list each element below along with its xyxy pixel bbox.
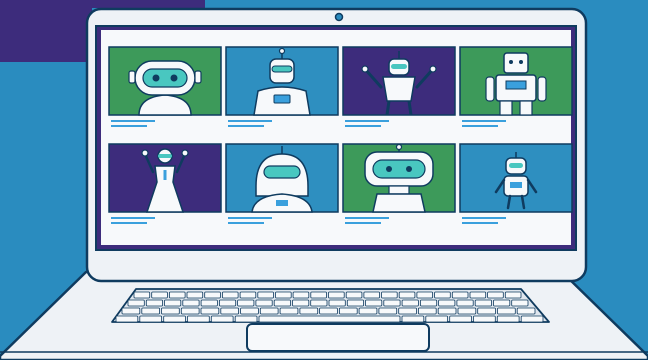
keyboard-key — [504, 291, 522, 299]
keyboard-key — [319, 307, 338, 315]
keyboard-key — [345, 291, 363, 299]
keyboard-key — [496, 315, 520, 323]
keyboard-key — [258, 315, 401, 323]
keyboard-key — [358, 307, 378, 315]
keyboard-key — [180, 307, 200, 315]
keyboard-key — [310, 291, 327, 299]
keyboard-key — [437, 307, 457, 315]
keyboard-key — [133, 291, 151, 299]
video-tile[interactable] — [225, 46, 339, 127]
keyboard-key — [218, 299, 237, 307]
keyboard-key — [419, 299, 438, 307]
keyboard-key — [381, 291, 398, 299]
keyboard-key — [520, 315, 544, 323]
corner-panel-top — [0, 0, 205, 8]
video-tile[interactable] — [342, 143, 456, 224]
keyboard-key — [451, 291, 469, 299]
video-tile[interactable] — [342, 46, 456, 127]
laptop-video-call-illustration — [0, 0, 648, 360]
keyboard-key — [234, 315, 258, 323]
keyboard-key — [145, 299, 164, 307]
keyboard-key — [139, 315, 163, 323]
keyboard-key — [401, 299, 419, 307]
keyboard-key — [416, 291, 433, 299]
keyboard-key — [161, 307, 180, 315]
keyboard-key — [186, 291, 204, 299]
keyboard-key — [210, 315, 234, 323]
keyboard-key — [182, 299, 200, 307]
keyboard-key — [292, 299, 310, 307]
video-tile[interactable] — [459, 46, 573, 127]
keyboard-key — [200, 307, 220, 315]
keyboard-key — [328, 299, 346, 307]
keyboard-key — [141, 307, 161, 315]
keyboard-key — [346, 299, 364, 307]
keyboard-key — [163, 315, 186, 323]
keyboard-key — [493, 299, 511, 307]
keyboard-key — [474, 299, 492, 307]
keyboard-key — [487, 291, 504, 299]
keyboard-key — [115, 315, 139, 323]
keyboard-key — [164, 299, 182, 307]
keyboard-key — [378, 307, 398, 315]
keyboard-key — [511, 299, 529, 307]
keyboard-key — [275, 291, 292, 299]
corner-panel — [0, 0, 92, 62]
keyboard-key — [456, 299, 474, 307]
keyboard-key — [434, 291, 451, 299]
keyboard-key — [383, 299, 401, 307]
keyboard-key — [299, 307, 319, 315]
keyboard-key — [473, 315, 496, 323]
webcam — [334, 12, 344, 22]
keyboard-key — [221, 291, 239, 299]
keyboard-key — [187, 315, 210, 323]
keyboard-key — [204, 291, 221, 299]
keyboard-key — [292, 291, 310, 299]
keyboard-key — [259, 307, 279, 315]
keyboard-key — [457, 307, 477, 315]
video-tile[interactable] — [108, 46, 222, 127]
keyboard-key — [237, 299, 255, 307]
keyboard-key — [425, 315, 448, 323]
keyboard-key — [168, 291, 186, 299]
keyboard-key — [200, 299, 218, 307]
keyboard-key — [279, 307, 299, 315]
video-tile[interactable] — [108, 143, 222, 224]
keyboard-key — [516, 307, 536, 315]
keyboard-key — [338, 307, 358, 315]
keyboard-key — [469, 291, 487, 299]
video-tile[interactable] — [225, 143, 339, 224]
keyboard-key — [328, 291, 345, 299]
keyboard-key — [127, 299, 145, 307]
keyboard-key — [151, 291, 168, 299]
keyboard-key — [398, 307, 417, 315]
keyboard-key — [273, 299, 291, 307]
keyboard-key — [220, 307, 240, 315]
keyboard-key — [497, 307, 516, 315]
trackpad — [246, 323, 430, 352]
keyboard-key — [398, 291, 416, 299]
keyboard-key — [257, 291, 274, 299]
keyboard-key — [449, 315, 472, 323]
keyboard-key — [438, 299, 456, 307]
keyboard-key — [240, 307, 259, 315]
keyboard-key — [365, 299, 383, 307]
keyboard-key — [477, 307, 496, 315]
keyboard-key — [121, 307, 141, 315]
keyboard-key — [417, 307, 437, 315]
keyboard-key — [310, 299, 328, 307]
video-tile[interactable] — [459, 143, 573, 224]
keyboard-key — [239, 291, 257, 299]
keyboard-key — [255, 299, 273, 307]
keyboard — [111, 288, 550, 323]
keyboard-key — [401, 315, 425, 323]
keyboard-key — [363, 291, 380, 299]
